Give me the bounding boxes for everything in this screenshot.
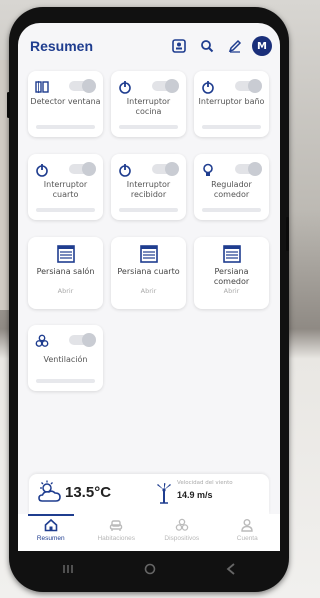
devices-icon	[175, 518, 188, 531]
home-icon	[44, 518, 58, 532]
device-card[interactable]: Interruptor cocina	[111, 71, 186, 137]
nav-item-cuenta[interactable]: Cuenta	[215, 514, 281, 551]
blind-card[interactable]: Persiana comedor Abrir	[194, 237, 269, 309]
device-label: Regulador comedor	[211, 180, 252, 199]
status-bar	[36, 379, 95, 383]
toggle-switch[interactable]	[152, 79, 179, 93]
device-label: Interruptor recibidor	[126, 180, 171, 199]
back-icon[interactable]	[225, 562, 237, 576]
partly-cloudy-icon	[38, 480, 61, 502]
recent-apps-icon[interactable]	[61, 563, 75, 575]
blind-label: Persiana comedor	[213, 267, 250, 286]
power-icon	[119, 164, 131, 177]
id-card-icon[interactable]	[168, 35, 190, 57]
nav-item-resumen[interactable]: Resumen	[18, 514, 84, 551]
blind-status[interactable]: Abrir	[111, 287, 186, 295]
blind-card[interactable]: Persiana salón Abrir	[28, 237, 103, 309]
toggle-knob	[82, 333, 96, 347]
home-button-icon[interactable]	[143, 562, 157, 576]
top-bar: Resumen M	[18, 23, 280, 69]
active-tab-indicator	[28, 514, 74, 516]
avatar[interactable]: M	[252, 36, 272, 56]
power-icon	[119, 81, 131, 94]
toggle-switch[interactable]	[69, 333, 96, 347]
search-icon[interactable]	[196, 35, 218, 57]
bulb-icon	[203, 163, 213, 176]
blind-label: Persiana salón	[36, 267, 95, 276]
power-icon	[202, 81, 214, 94]
blind-label: Persiana cuarto	[117, 267, 180, 276]
door-sensor-icon	[35, 81, 49, 93]
sofa-icon	[110, 520, 123, 531]
edit-icon[interactable]	[224, 35, 246, 57]
fan-icon	[35, 334, 49, 347]
toggle-switch[interactable]	[69, 162, 96, 176]
device-label: Detector ventana	[30, 97, 101, 106]
status-bar	[36, 125, 95, 129]
status-bar	[119, 208, 178, 212]
bottom-nav: Resumen Habitaciones Dispositivos Cuenta	[18, 514, 280, 551]
blind-icon	[139, 245, 158, 263]
weather-panel: 13.5°C Velocidad del viento 14.9 m/s	[29, 474, 269, 514]
device-card[interactable]: Regulador comedor	[194, 154, 269, 220]
toggle-knob	[165, 79, 179, 93]
blind-card[interactable]: Persiana cuarto Abrir	[111, 237, 186, 309]
device-label: Interruptor cuarto	[43, 180, 88, 199]
nav-item-dispositivos[interactable]: Dispositivos	[149, 514, 215, 551]
toggle-knob	[248, 79, 262, 93]
status-bar	[119, 125, 178, 129]
nav-label: Resumen	[36, 535, 65, 542]
nav-item-habitaciones[interactable]: Habitaciones	[84, 514, 150, 551]
device-card[interactable]: Interruptor cuarto	[28, 154, 103, 220]
device-card[interactable]: Ventilación	[28, 325, 103, 391]
device-card[interactable]: Interruptor baño	[194, 71, 269, 137]
toggle-knob	[248, 162, 262, 176]
blind-icon	[56, 245, 75, 263]
device-label: Interruptor cocina	[126, 97, 171, 116]
system-nav-bar	[27, 553, 271, 585]
blind-status[interactable]: Abrir	[194, 287, 269, 295]
power-icon	[36, 164, 48, 177]
toggle-switch[interactable]	[152, 162, 179, 176]
app-screen: Resumen M Detector ventana Interruptor c…	[18, 23, 280, 551]
toggle-knob	[82, 162, 96, 176]
nav-label: Dispositivos	[164, 535, 200, 542]
device-label: Ventilación	[43, 355, 88, 364]
wind-label: Velocidad del viento	[177, 480, 233, 486]
toggle-switch[interactable]	[235, 162, 262, 176]
blind-icon	[222, 245, 241, 263]
page-title: Resumen	[30, 38, 94, 54]
power-button	[286, 217, 289, 251]
status-bar	[202, 125, 261, 129]
device-card[interactable]: Interruptor recibidor	[111, 154, 186, 220]
nav-label: Habitaciones	[97, 535, 136, 542]
device-card[interactable]: Detector ventana	[28, 71, 103, 137]
toggle-knob	[165, 162, 179, 176]
nav-label: Cuenta	[236, 535, 258, 542]
toggle-switch[interactable]	[69, 79, 96, 93]
temperature: 13.5°C	[65, 484, 112, 501]
device-label: Interruptor baño	[198, 97, 265, 106]
wind-turbine-icon	[157, 483, 171, 504]
volume-button	[7, 92, 10, 118]
toggle-knob	[82, 79, 96, 93]
status-bar	[36, 208, 95, 212]
blind-status[interactable]: Abrir	[28, 287, 103, 295]
wind-speed: 14.9 m/s	[177, 490, 213, 500]
user-icon	[241, 519, 253, 532]
status-bar	[202, 208, 261, 212]
toggle-switch[interactable]	[235, 79, 262, 93]
